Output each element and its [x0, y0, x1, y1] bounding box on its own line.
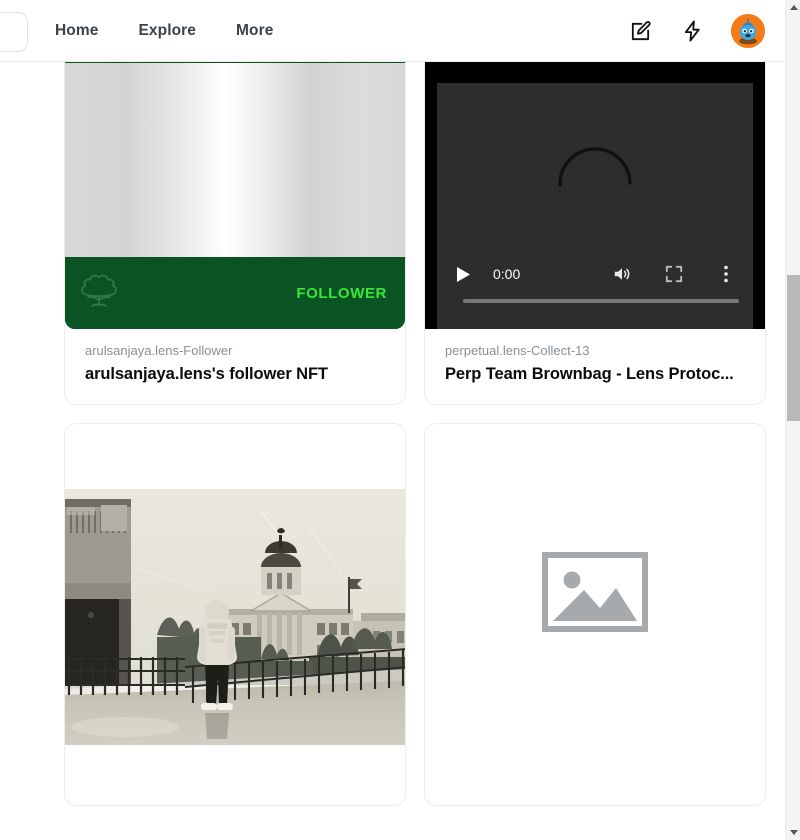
user-avatar[interactable]: [731, 14, 765, 48]
scroll-thumb[interactable]: [787, 275, 800, 421]
broken-image-icon: [542, 552, 648, 637]
video-current-time: 0:00: [493, 266, 520, 282]
card-photo[interactable]: [64, 423, 406, 806]
primary-nav: Home Explore More: [55, 22, 273, 40]
card-follower-nft[interactable]: FOLLOWER arulsanjaya.lens-Follower aruls…: [64, 62, 406, 405]
nav-item-more[interactable]: More: [236, 22, 273, 40]
app-root: Home Explore More: [0, 0, 800, 840]
video-viewport: 0:00: [437, 83, 753, 329]
loading-spinner: [552, 129, 638, 192]
nav-item-explore[interactable]: Explore: [138, 22, 196, 40]
photo-frame: [65, 489, 405, 745]
chevron-up-icon: [790, 5, 798, 10]
fullscreen-icon[interactable]: [661, 261, 687, 287]
top-navigation-bar: Home Explore More: [0, 0, 785, 62]
card-media-photo: [65, 424, 405, 764]
nav-item-home[interactable]: Home: [55, 22, 98, 40]
nft-top-band: [65, 62, 405, 63]
play-button[interactable]: [451, 262, 475, 286]
scroll-down-arrow[interactable]: [786, 825, 800, 840]
card-body-photo: [65, 764, 405, 805]
card-body-broken: [425, 764, 765, 805]
scroll-up-arrow[interactable]: [786, 0, 800, 15]
lightning-bolt-icon[interactable]: [679, 18, 705, 44]
volume-icon[interactable]: [609, 261, 635, 287]
card-media-nft: FOLLOWER: [65, 62, 405, 329]
nft-artwork: FOLLOWER: [65, 62, 405, 329]
chevron-down-icon: [790, 830, 798, 835]
compose-icon[interactable]: [627, 18, 653, 44]
logo-button[interactable]: [0, 12, 28, 52]
nft-badge-label: FOLLOWER: [296, 285, 387, 302]
nft-bottom-band: FOLLOWER: [65, 257, 405, 329]
card-title: arulsanjaya.lens's follower NFT: [85, 365, 385, 384]
card-body-nft: arulsanjaya.lens-Follower arulsanjaya.le…: [65, 329, 405, 404]
card-body-video: perpetual.lens-Collect-13 Perp Team Brow…: [425, 329, 765, 404]
content-scroll-area: FOLLOWER arulsanjaya.lens-Follower aruls…: [0, 62, 785, 840]
card-media-video[interactable]: 0:00: [425, 62, 765, 329]
card-subtitle: arulsanjaya.lens-Follower: [85, 343, 385, 358]
photo-image: [65, 489, 405, 745]
card-media-broken: [425, 424, 765, 764]
card-title: Perp Team Brownbag - Lens Protoc...: [445, 365, 745, 384]
publication-card-grid: FOLLOWER arulsanjaya.lens-Follower aruls…: [64, 62, 744, 806]
video-progress-bar[interactable]: [463, 299, 739, 303]
nft-metallic-plate: [65, 63, 405, 257]
card-perp-brownbag[interactable]: 0:00: [424, 62, 766, 405]
card-subtitle: perpetual.lens-Collect-13: [445, 343, 745, 358]
video-controls: 0:00: [437, 257, 753, 291]
card-broken-image[interactable]: [424, 423, 766, 806]
header-actions: [627, 0, 765, 62]
vertical-scrollbar[interactable]: [785, 0, 800, 840]
lens-clover-icon: [79, 272, 119, 315]
more-options-icon[interactable]: [713, 261, 739, 287]
